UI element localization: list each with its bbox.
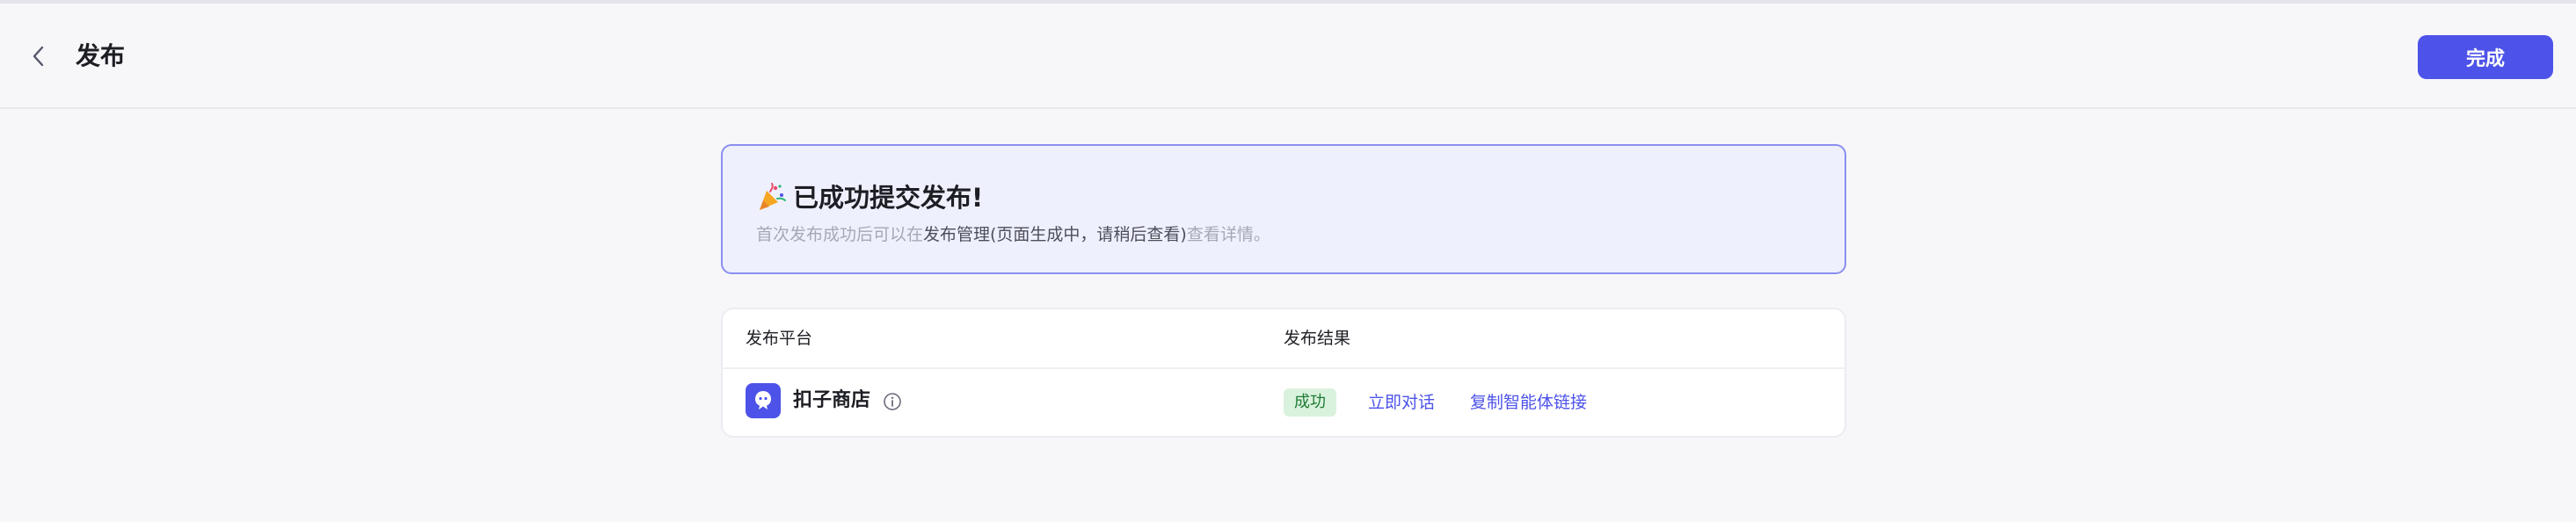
publish-results-table: 发布平台 发布结果 扣子商店 成功 立即对话 复制智能体链接 <box>721 308 1846 438</box>
party-popper-icon <box>760 183 786 210</box>
status-badge: 成功 <box>1284 388 1336 417</box>
success-banner: 已成功提交发布! 首次发布成功后可以在发布管理(页面生成中，请稍后查看)查看详情… <box>721 144 1846 274</box>
banner-title-row: 已成功提交发布! <box>756 179 983 216</box>
banner-title: 已成功提交发布! <box>793 183 984 213</box>
copy-agent-link-button[interactable]: 复制智能体链接 <box>1470 388 1587 417</box>
back-button[interactable] <box>21 39 56 74</box>
publish-page: 发布 完成 已成功提交发布! 首次发布成功后可以在发布管理(页面生成中，请稍后查… <box>0 0 2576 522</box>
info-icon[interactable] <box>883 392 902 411</box>
chat-now-link[interactable]: 立即对话 <box>1368 388 1435 417</box>
done-button[interactable]: 完成 <box>2418 35 2553 79</box>
publish-management-link[interactable]: 发布管理(页面生成中，请稍后查看) <box>923 225 1187 244</box>
banner-desc-suffix: 查看详情。 <box>1186 225 1270 244</box>
platform-name: 扣子商店 <box>793 389 871 411</box>
coze-store-logo-icon <box>746 383 781 418</box>
banner-description: 首次发布成功后可以在发布管理(页面生成中，请稍后查看)查看详情。 <box>756 221 1270 248</box>
column-header-result: 发布结果 <box>1284 329 1351 348</box>
page-title: 发布 <box>76 41 126 70</box>
banner-desc-prefix: 首次发布成功后可以在 <box>756 225 924 244</box>
column-header-platform: 发布平台 <box>746 329 813 348</box>
table-row: 扣子商店 成功 立即对话 复制智能体链接 <box>723 369 1845 438</box>
chevron-left-icon <box>33 46 44 67</box>
page-header: 发布 完成 <box>0 4 2576 109</box>
coze-store-glyph-icon <box>755 391 771 410</box>
